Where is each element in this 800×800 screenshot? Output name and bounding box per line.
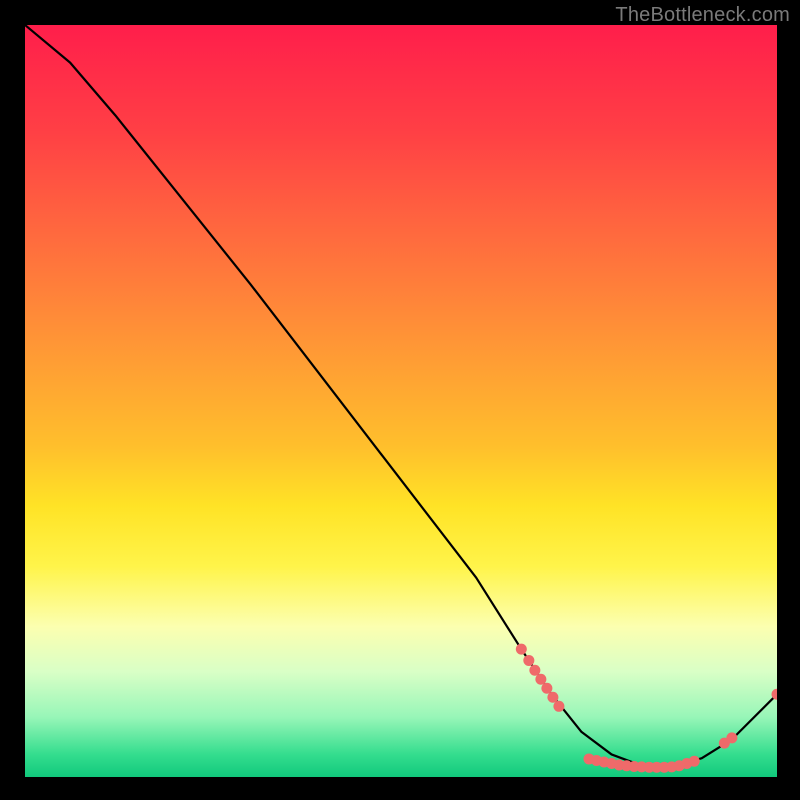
chart-marker <box>726 732 737 743</box>
chart-marker <box>535 674 546 685</box>
chart-marker <box>541 683 552 694</box>
chart-curve <box>25 25 777 767</box>
chart-marker <box>529 665 540 676</box>
chart-markers-group <box>516 644 777 773</box>
chart-marker <box>689 756 700 767</box>
watermark-text: TheBottleneck.com <box>615 4 790 27</box>
chart-marker <box>516 644 527 655</box>
chart-marker <box>553 701 564 712</box>
chart-marker <box>547 692 558 703</box>
chart-plot-area <box>25 25 777 777</box>
chart-svg <box>25 25 777 777</box>
chart-stage: TheBottleneck.com <box>0 0 800 800</box>
chart-marker <box>523 655 534 666</box>
